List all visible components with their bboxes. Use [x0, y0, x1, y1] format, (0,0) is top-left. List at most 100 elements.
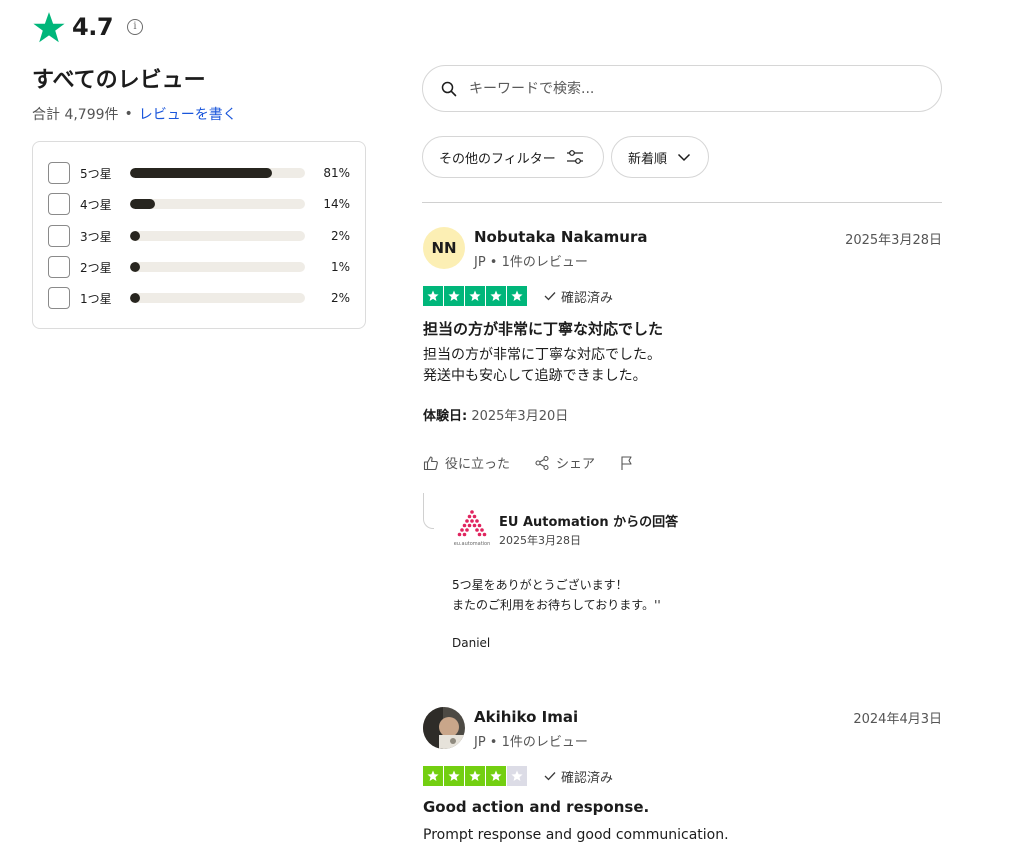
distribution-bar [130, 231, 305, 241]
star-filled-icon [507, 286, 527, 306]
separator-dot: • [124, 106, 133, 122]
other-filters-label: その他のフィルター [439, 151, 556, 167]
reviewer-meta: JP • 1件のレビュー [474, 255, 588, 270]
distribution-row-2[interactable]: 2つ星 1% [48, 255, 353, 279]
reply-text: 5つ星をありがとうございます！ またのご利用をお待ちしております。'' Dani… [452, 575, 661, 653]
helpful-label: 役に立った [445, 457, 511, 472]
filter-sliders-icon [566, 150, 583, 164]
distribution-percent: 81% [323, 166, 350, 180]
distribution-bar-fill [130, 231, 140, 241]
avatar[interactable] [423, 707, 465, 749]
avatar-photo [423, 707, 465, 749]
reply-line: 5つ星をありがとうございます！ [452, 578, 628, 592]
distribution-percent: 2% [330, 291, 350, 305]
distribution-row-1[interactable]: 1つ星 2% [48, 286, 353, 310]
distribution-bar-fill [130, 168, 272, 178]
star-filled-icon [423, 766, 443, 786]
sort-dropdown[interactable]: 新着順 [611, 136, 709, 178]
review-total-row: 合計 4,799件 • レビューを書く [32, 104, 237, 124]
filter-checkbox-3[interactable] [48, 225, 70, 247]
reply-connector [423, 493, 434, 529]
reviewer-name[interactable]: Nobutaka Nakamura [474, 228, 648, 246]
star-filled-icon [444, 286, 464, 306]
review-date: 2025年3月28日 [845, 233, 942, 248]
distribution-bar [130, 168, 305, 178]
reply-line: またのご利用をお待ちしております。'' [452, 598, 661, 612]
review-title[interactable]: 担当の方が非常に丁寧な対応でした [423, 318, 663, 339]
star-rating: 確認済み [423, 286, 613, 306]
experience-date-row: 体験日: 2025年3月20日 [423, 405, 568, 424]
distribution-label: 5つ星 [80, 166, 112, 181]
review-body-line: 発送中も安心して追跡できました。 [423, 368, 647, 384]
filter-checkbox-4[interactable] [48, 193, 70, 215]
divider [422, 202, 942, 203]
company-logo[interactable]: eu.automation [452, 509, 492, 549]
experience-label: 体験日: [423, 409, 468, 424]
review-body-line: 担当の方が非常に丁寧な対応でした。 [423, 347, 661, 363]
distribution-row-3[interactable]: 3つ星 2% [48, 224, 353, 248]
report-button[interactable] [619, 455, 635, 471]
info-icon[interactable]: i [127, 19, 144, 35]
filter-checkbox-1[interactable] [48, 287, 70, 309]
distribution-bar [130, 293, 305, 303]
star-filled-icon [423, 286, 443, 306]
star-filled-icon [444, 766, 464, 786]
review-body-line: Prompt response and good communication. [423, 827, 729, 843]
star-rating-boxes [423, 286, 528, 306]
distribution-row-4[interactable]: 4つ星 14% [48, 192, 353, 216]
chevron-down-icon [677, 153, 691, 162]
rating-distribution-panel: 5つ星 81% 4つ星 14% 3つ星 2% 2つ星 1% 1つ星 2% [32, 141, 366, 329]
star-filled-icon [486, 766, 506, 786]
filter-checkbox-2[interactable] [48, 256, 70, 278]
other-filters-button[interactable]: その他のフィルター [422, 136, 604, 178]
search-box[interactable] [422, 65, 942, 112]
star-rating: 確認済み [423, 766, 613, 786]
review-date: 2024年4月3日 [853, 712, 942, 727]
review-body: 担当の方が非常に丁寧な対応でした。 発送中も安心して追跡できました。 [423, 345, 661, 387]
page-title: すべてのレビュー [32, 68, 206, 93]
distribution-bar [130, 199, 305, 209]
verified-label: 確認済み [561, 290, 614, 306]
review-title[interactable]: Good action and response. [423, 798, 649, 816]
reviewer-meta: JP • 1件のレビュー [474, 735, 588, 750]
logo-text: eu.automation [453, 541, 491, 547]
share-icon [535, 455, 549, 470]
rating-header: 4.7 i [32, 10, 144, 44]
sort-label: 新着順 [628, 151, 668, 167]
reply-signature: Daniel [452, 636, 491, 650]
thumbs-up-icon [423, 455, 438, 470]
avatar[interactable]: NN [423, 227, 465, 269]
distribution-label: 4つ星 [80, 197, 112, 212]
reply-from: EU Automation からの回答 [499, 515, 679, 530]
distribution-percent: 14% [323, 197, 350, 211]
search-icon [441, 81, 457, 96]
share-button[interactable]: シェア [534, 453, 595, 472]
flag-icon [621, 455, 632, 470]
review-total: 合計 4,799件 [32, 107, 119, 123]
distribution-percent: 2% [330, 229, 350, 243]
verified-label: 確認済み [561, 770, 614, 786]
distribution-bar-fill [130, 293, 140, 303]
distribution-label: 1つ星 [80, 291, 112, 306]
star-filled-icon [465, 286, 485, 306]
check-icon [544, 772, 556, 781]
search-input[interactable] [467, 79, 891, 98]
filter-checkbox-5[interactable] [48, 162, 70, 184]
experience-date: 2025年3月20日 [471, 409, 569, 424]
write-review-link[interactable]: レビューを書く [139, 104, 237, 124]
reviewer-name[interactable]: Akihiko Imai [474, 708, 578, 726]
star-empty-icon [507, 766, 527, 786]
star-rating-boxes [423, 766, 528, 786]
share-label: シェア [556, 457, 596, 472]
verified-badge[interactable]: 確認済み [544, 767, 613, 786]
distribution-percent: 1% [330, 260, 350, 274]
rating-value: 4.7 [72, 13, 114, 41]
reply-date: 2025年3月28日 [499, 534, 581, 547]
distribution-label: 3つ星 [80, 229, 112, 244]
verified-badge[interactable]: 確認済み [544, 287, 613, 306]
star-filled-icon [486, 286, 506, 306]
helpful-button[interactable]: 役に立った [423, 453, 510, 472]
review-actions: 役に立った シェア [423, 453, 635, 472]
distribution-row-5[interactable]: 5つ星 81% [48, 161, 353, 185]
review-body: Prompt response and good communication. [423, 825, 729, 846]
